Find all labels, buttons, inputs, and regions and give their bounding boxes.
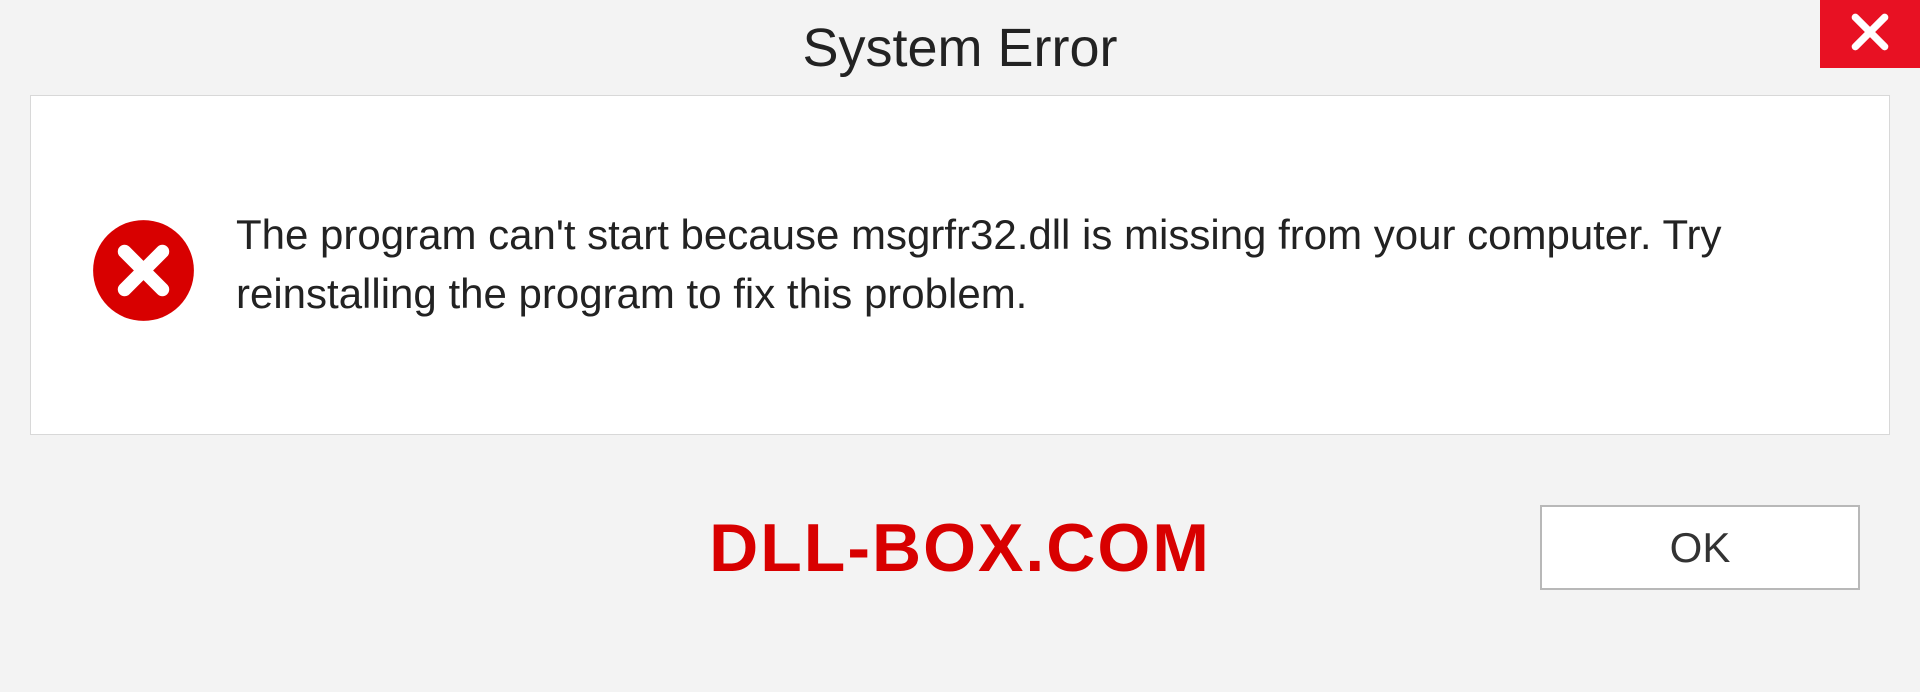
error-icon: [91, 218, 196, 323]
dialog-title: System Error: [802, 17, 1117, 79]
ok-button[interactable]: OK: [1540, 505, 1860, 590]
error-message: The program can't start because msgrfr32…: [236, 206, 1859, 324]
title-bar: System Error: [0, 0, 1920, 95]
close-icon: [1848, 10, 1892, 59]
content-area: The program can't start because msgrfr32…: [30, 95, 1890, 435]
close-button[interactable]: [1820, 0, 1920, 68]
footer-area: DLL-BOX.COM OK: [30, 435, 1890, 660]
watermark-text: DLL-BOX.COM: [709, 509, 1211, 587]
